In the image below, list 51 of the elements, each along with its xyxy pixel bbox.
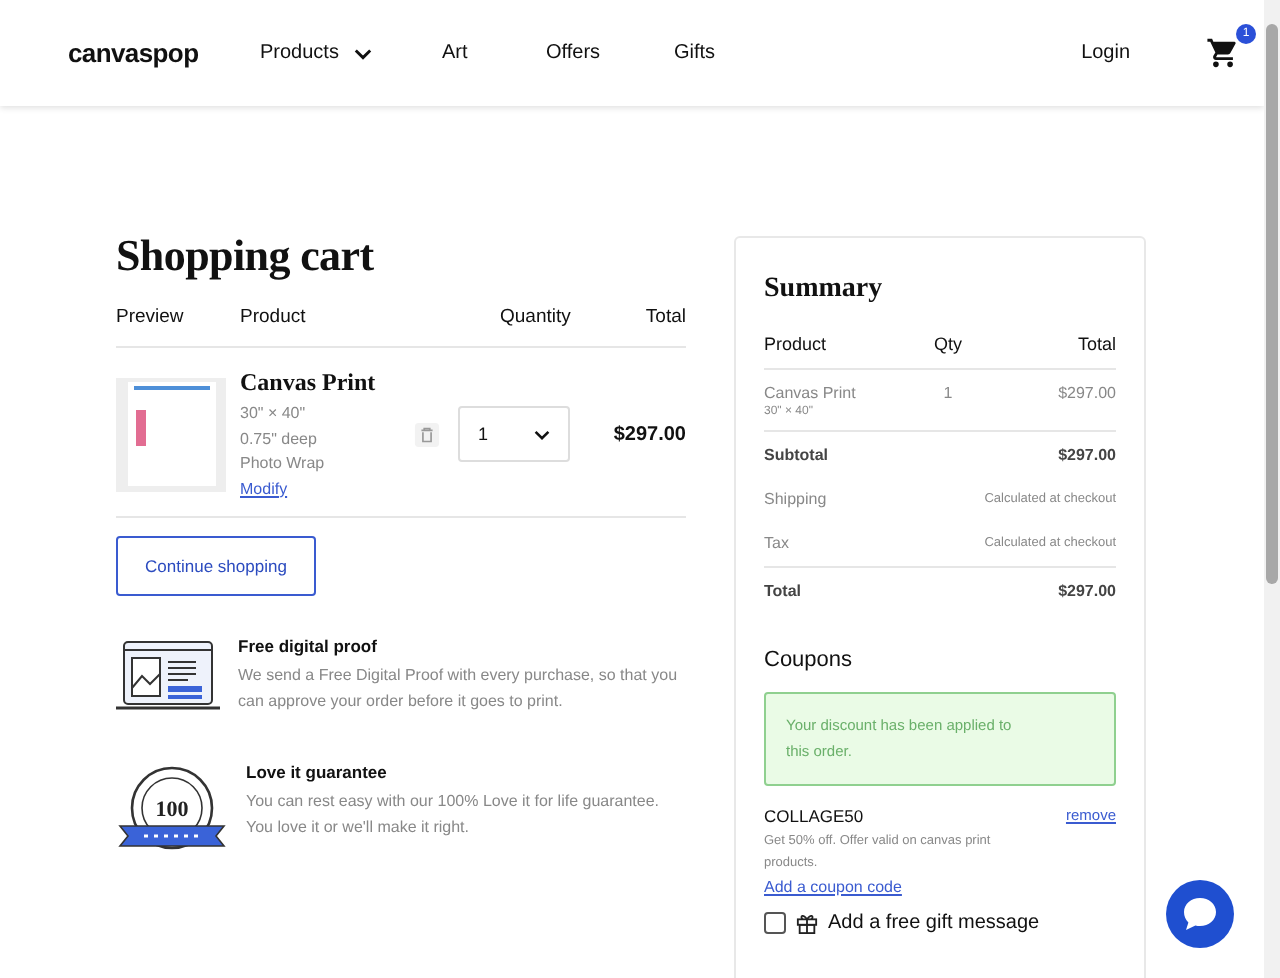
gift-message-label: Add a free gift message xyxy=(828,912,1040,934)
product-detail: 0.75" deep xyxy=(240,427,319,452)
nav-link[interactable]: Gifts xyxy=(674,42,716,64)
summary-label: Shipping xyxy=(764,489,827,507)
summary-label: Total xyxy=(764,581,802,599)
summary-title: Summary xyxy=(764,274,885,306)
gift-icon xyxy=(796,912,818,934)
browser-window-icon xyxy=(116,639,220,711)
scrollbar[interactable] xyxy=(1264,0,1280,978)
cart-icon[interactable] xyxy=(1206,36,1241,70)
nav-link[interactable]: Offers xyxy=(546,42,674,64)
feature-description: We send a Free Digital Proof with every purchase, so that you can approve your order before it goes to print. xyxy=(238,663,680,713)
summary-item-total: $297.00 xyxy=(1056,384,1116,406)
coupons-title: Coupons xyxy=(764,648,855,672)
nav-link[interactable]: Art xyxy=(442,42,546,64)
add-coupon-link[interactable]: Add a coupon code xyxy=(764,878,1116,896)
quantity-select[interactable]: 1 xyxy=(458,406,570,463)
summary-label: Subtotal xyxy=(764,445,828,463)
item-total: $297.00 xyxy=(611,423,686,446)
summary-value: $297.00 xyxy=(1058,581,1116,599)
login-link[interactable]: Login xyxy=(1081,42,1131,64)
chevron-icon xyxy=(354,47,373,59)
column-header: Product xyxy=(240,306,308,328)
summary-label: Tax xyxy=(764,533,789,551)
chevron-icon xyxy=(534,429,550,440)
nav-link[interactable]: Products xyxy=(260,42,442,64)
product-name: Canvas Print xyxy=(240,368,378,398)
column-header: Product xyxy=(764,334,829,354)
summary-value: $297.00 xyxy=(1058,445,1116,463)
modify-link[interactable]: Modify xyxy=(240,477,412,501)
coupon-code: COLLAGE50 xyxy=(764,806,864,826)
trash-icon[interactable] xyxy=(414,421,440,448)
column-header: Total xyxy=(1075,334,1116,354)
feature-description: You can rest easy with our 100% Love it for life guarantee. You love it or we'll make it right. xyxy=(246,789,661,839)
product-detail: 30" × 40" xyxy=(240,402,308,426)
chat-button[interactable] xyxy=(1166,880,1234,948)
gift-checkbox[interactable] xyxy=(764,912,786,934)
product-detail: Photo Wrap xyxy=(240,452,327,476)
product-preview-image xyxy=(116,377,226,492)
summary-product-name: Canvas Print xyxy=(764,384,858,402)
column-header: Qty xyxy=(931,334,964,354)
column-header: Quantity xyxy=(500,306,573,328)
page-title: Shopping cart xyxy=(116,230,376,282)
feature-title: Love it guarantee xyxy=(246,761,389,781)
continue-shopping-button[interactable]: Continue shopping xyxy=(116,535,316,595)
column-header: Total xyxy=(643,306,686,328)
column-header: Preview xyxy=(116,306,186,328)
feature-title: Free digital proof xyxy=(238,635,379,655)
summary-quantity: 1 xyxy=(941,384,955,406)
chat-bubble-icon xyxy=(1180,894,1220,934)
logo[interactable]: canvaspop xyxy=(68,38,260,68)
